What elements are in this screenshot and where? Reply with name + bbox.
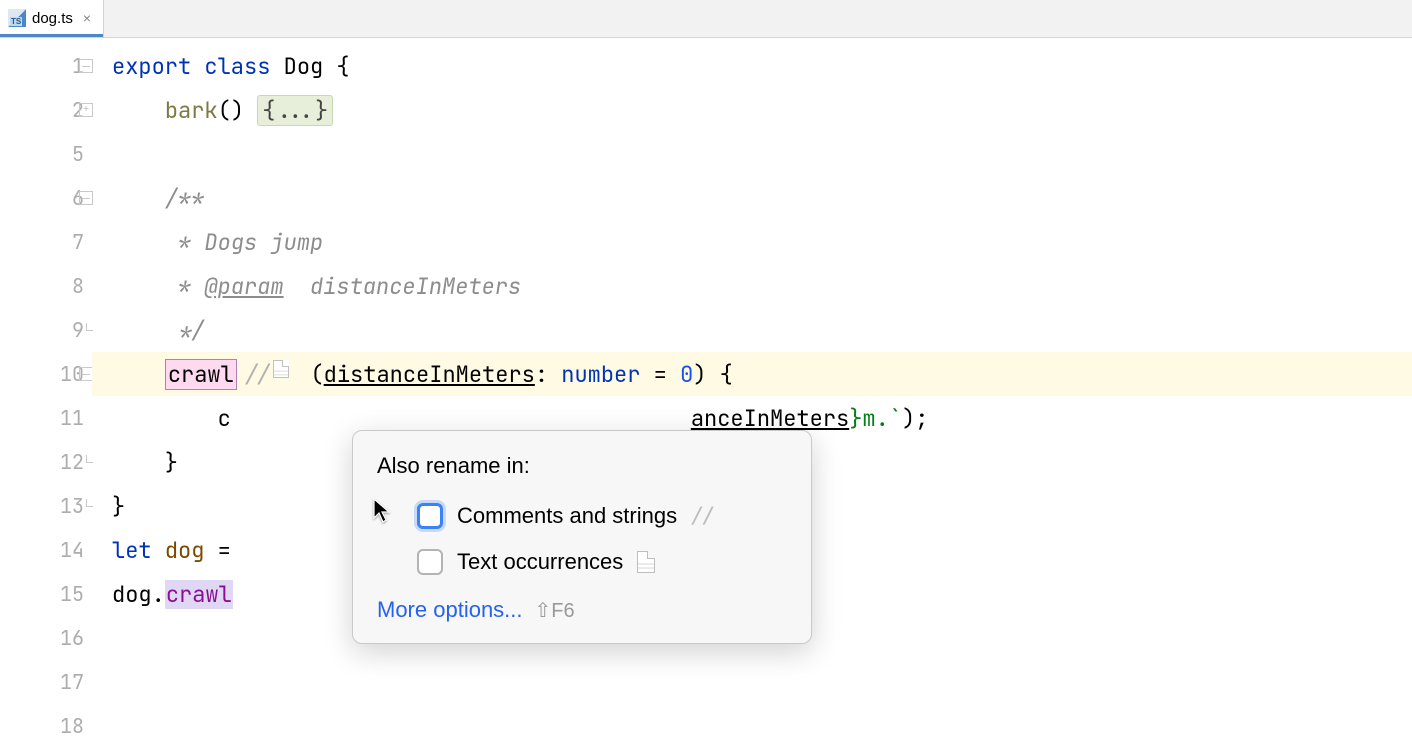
fold-end-icon [79,323,93,337]
tab-filename: dog.ts [32,10,73,27]
checkbox-text-occurrences[interactable] [417,549,443,575]
line-number: 17 [44,669,84,695]
line-number: 15 [44,581,84,607]
code-line[interactable] [112,704,1412,748]
code-area[interactable]: export class Dog { bark() {...} /** * Do… [92,38,1412,750]
line-number: 1 [44,53,84,79]
more-options-link[interactable]: More options... [377,597,523,623]
line-number: 5 [44,141,84,167]
option-label: Comments and strings [457,503,677,529]
line-number: 14 [44,537,84,563]
code-line[interactable] [112,132,1412,176]
code-line[interactable]: * Dogs jump [112,220,1412,264]
rename-input[interactable]: crawl [165,359,237,390]
more-options-row[interactable]: More options... ⇧F6 [377,597,787,623]
fold-toggle-icon[interactable] [79,367,93,381]
gutter: 1 2 5 6 7 8 9 10 11 12 13 14 15 16 17 18 [0,38,92,750]
rename-option-row[interactable]: Text occurrences [377,543,787,589]
line-number: 9 [44,317,84,343]
line-number: 7 [44,229,84,255]
rename-options-popup: Also rename in: Comments and strings // … [352,430,812,644]
code-line[interactable]: bark() {...} [112,88,1412,132]
fold-expand-icon[interactable] [79,103,93,117]
rename-option-row[interactable]: Comments and strings // [377,497,787,543]
editor-tab[interactable]: dog.ts × [0,0,104,37]
rename-inline-icons: // [245,360,289,389]
document-icon [637,551,655,573]
close-tab-icon[interactable]: × [83,10,91,26]
line-number: 18 [44,713,84,739]
document-icon [273,360,289,378]
comment-slashes-icon: // [691,504,714,529]
code-line-active[interactable]: crawl// (distanceInMeters: number = 0) { [92,352,1412,396]
shortcut-label: ⇧F6 [535,598,575,623]
code-line[interactable] [112,660,1412,704]
folded-region[interactable]: {...} [257,95,333,126]
option-label: Text occurrences [457,549,623,575]
checkbox-comments-strings[interactable] [417,503,443,529]
code-line[interactable]: * @param distanceInMeters [112,264,1412,308]
line-number: 13 [44,493,84,519]
line-number: 10 [44,361,84,387]
fold-end-icon [79,455,93,469]
reference-highlight: crawl [165,580,233,609]
fold-toggle-icon[interactable] [79,59,93,73]
line-number: 6 [44,185,84,211]
code-line[interactable]: */ [112,308,1412,352]
fold-end-icon [79,499,93,513]
line-number: 2 [44,97,84,123]
code-editor[interactable]: 1 2 5 6 7 8 9 10 11 12 13 14 15 16 17 18… [0,38,1412,750]
tab-bar: dog.ts × [0,0,1412,38]
comment-slashes-icon: // [245,360,269,389]
popup-title: Also rename in: [377,453,787,479]
line-number: 16 [44,625,84,651]
line-number: 11 [44,405,84,431]
line-number: 8 [44,273,84,299]
code-line[interactable]: export class Dog { [112,44,1412,88]
mouse-cursor-icon [373,498,393,531]
fold-toggle-icon[interactable] [79,191,93,205]
typescript-file-icon [8,9,26,27]
code-line[interactable]: /** [112,176,1412,220]
line-number: 12 [44,449,84,475]
